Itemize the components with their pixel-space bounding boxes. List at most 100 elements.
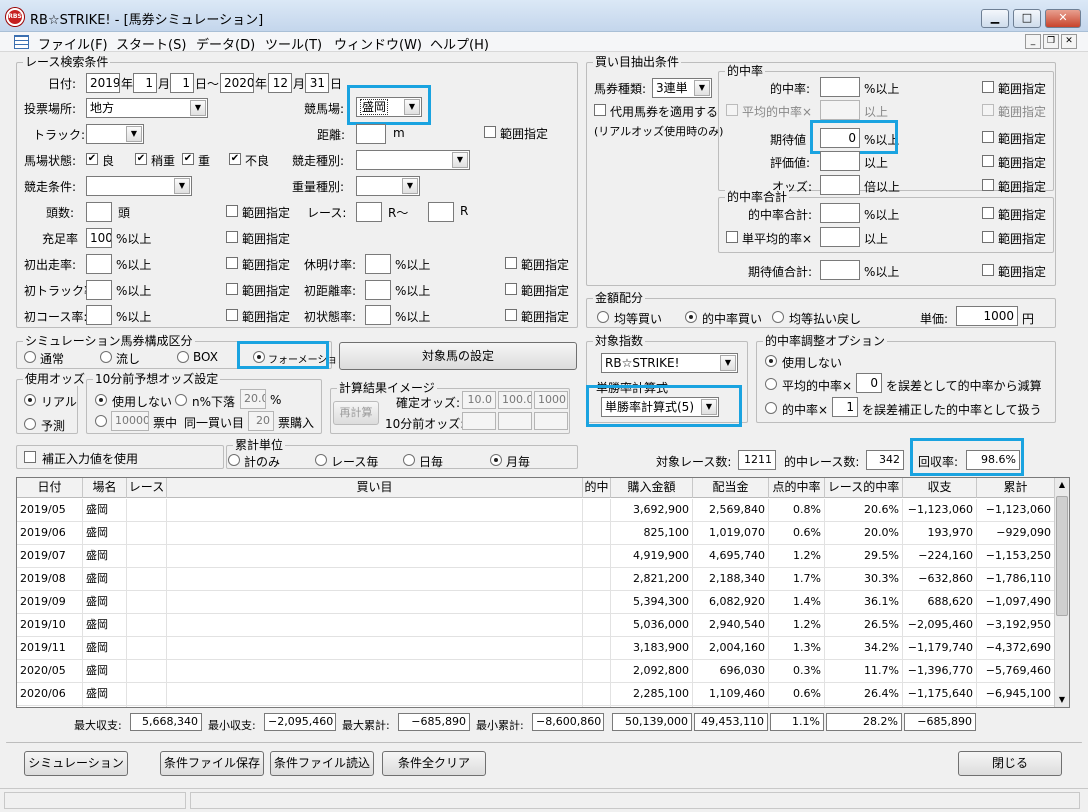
first-state-input[interactable] [365, 305, 391, 325]
col-balance[interactable]: 収支 [903, 478, 977, 498]
menu-help[interactable]: ヘルプ(H) [430, 34, 489, 53]
venue-select[interactable]: 地方 ▼ [86, 98, 208, 118]
menu-file[interactable]: ファイル(F) [38, 34, 108, 53]
load-conditions-button[interactable]: 条件ファイル読込 [270, 751, 374, 776]
substitute-checkbox[interactable] [594, 104, 606, 116]
adjust-subtract-input[interactable]: 0 [856, 373, 882, 393]
first-run-range-checkbox[interactable] [226, 257, 238, 269]
expect-input[interactable]: 0 [820, 128, 860, 148]
exp-sum-input[interactable] [820, 260, 860, 280]
odds-input[interactable] [820, 175, 860, 195]
table-row[interactable]: 2020/05 盛岡 2,092,800 696,030 0.3% 11.7% −1,396… [17, 660, 1055, 683]
race-from-input[interactable] [356, 202, 382, 222]
sim-box-radio[interactable] [177, 351, 189, 363]
date-from-day[interactable]: 1 [170, 73, 194, 93]
first-dist-range-checkbox[interactable] [505, 283, 517, 295]
single-avg-checkbox[interactable] [726, 231, 738, 243]
equal-buy-radio[interactable] [597, 311, 609, 323]
course-select[interactable]: 盛岡 ▼ [356, 97, 422, 117]
weight-select[interactable]: ▼ [356, 176, 420, 196]
race-to-input[interactable] [428, 202, 454, 222]
hit-sum-range-checkbox[interactable] [982, 207, 994, 219]
heads-input[interactable] [86, 202, 112, 222]
date-from-month[interactable]: 1 [133, 73, 157, 93]
eval-range-checkbox[interactable] [982, 155, 994, 167]
first-course-input[interactable] [86, 305, 112, 325]
fill-input[interactable]: 100 [86, 228, 112, 248]
scroll-up-icon[interactable]: ▲ [1056, 479, 1068, 491]
first-state-range-checkbox[interactable] [505, 309, 517, 321]
table-row[interactable]: 2019/07 盛岡 4,919,900 4,695,740 1.2% 29.5% −224… [17, 545, 1055, 568]
hit-rate-input[interactable] [820, 77, 860, 97]
sim-nagashi-radio[interactable] [100, 351, 112, 363]
odds10-amount-radio[interactable] [95, 415, 107, 427]
table-row[interactable]: 2019/10 盛岡 5,036,000 2,940,540 1.2% 26.5% −2,0… [17, 614, 1055, 637]
unit-price-input[interactable]: 1000 [956, 306, 1018, 326]
col-bets[interactable]: 買い目 [167, 478, 583, 498]
rest-input[interactable] [365, 254, 391, 274]
scroll-thumb[interactable] [1056, 496, 1068, 616]
table-row[interactable]: 2019/06 盛岡 825,100 1,019,070 0.6% 20.0% 193,97… [17, 522, 1055, 545]
expect-range-checkbox[interactable] [982, 131, 994, 143]
menu-window[interactable]: ウィンドウ(W) [334, 34, 422, 53]
adjust-correct-input[interactable]: 1 [832, 397, 858, 417]
agg-race-radio[interactable] [315, 454, 327, 466]
menu-start[interactable]: スタート(S) [116, 34, 186, 53]
col-payout[interactable]: 配当金 [693, 478, 769, 498]
table-row[interactable]: 2020/07盛岡 3,914,7002,258,9400.8%23.4%−1,6… [17, 706, 1055, 707]
simulate-button[interactable]: シミュレーション [24, 751, 128, 776]
rest-range-checkbox[interactable] [505, 257, 517, 269]
heads-range-checkbox[interactable] [226, 205, 238, 217]
mdi-close-button[interactable]: ✕ [1061, 34, 1077, 49]
racetype-select[interactable]: ▼ [356, 150, 470, 170]
equal-refund-radio[interactable] [772, 311, 784, 323]
col-venue[interactable]: 場名 [83, 478, 127, 498]
first-dist-input[interactable] [365, 280, 391, 300]
first-track-input[interactable] [86, 280, 112, 300]
minimize-button[interactable]: ▁ [981, 9, 1009, 28]
sim-formation-radio[interactable] [253, 351, 265, 363]
mdi-minimize-button[interactable]: _ [1025, 34, 1041, 49]
first-run-input[interactable] [86, 254, 112, 274]
maximize-button[interactable]: □ [1013, 9, 1041, 28]
agg-total-radio[interactable] [228, 454, 240, 466]
cond-bad-checkbox[interactable]: ✔ [229, 153, 241, 165]
eval-input[interactable] [820, 151, 860, 171]
single-avg-range-checkbox[interactable] [982, 231, 994, 243]
distance-input[interactable] [356, 124, 386, 144]
odds-predict-radio[interactable] [24, 418, 36, 430]
results-table[interactable]: 日付 場名 レース 買い目 的中 購入金額 配当金 点的中率 レース的中率 収支… [16, 477, 1070, 708]
exp-sum-range-checkbox[interactable] [982, 264, 994, 276]
mdi-restore-button[interactable]: ❐ [1043, 34, 1059, 49]
cond-heavy-checkbox[interactable]: ✔ [182, 153, 194, 165]
hit-buy-radio[interactable] [685, 311, 697, 323]
col-hit[interactable]: 的中 [583, 478, 611, 498]
date-to-day[interactable]: 31 [305, 73, 329, 93]
menu-data[interactable]: データ(D) [196, 34, 255, 53]
correct-checkbox[interactable] [24, 451, 36, 463]
clear-conditions-button[interactable]: 条件全クリア [382, 751, 486, 776]
table-row[interactable]: 2019/09 盛岡 5,394,300 6,082,920 1.4% 36.1% 688,… [17, 591, 1055, 614]
date-to-year[interactable]: 2020 [220, 73, 254, 93]
col-cumulative[interactable]: 累計 [977, 478, 1055, 498]
track-select[interactable]: ▼ [86, 124, 144, 144]
avg-hit-checkbox[interactable] [726, 104, 738, 116]
avg-hit-input[interactable] [820, 100, 860, 120]
col-point-rate[interactable]: 点的中率 [769, 478, 825, 498]
racecond-select[interactable]: ▼ [86, 176, 192, 196]
close-button[interactable]: 閉じる [958, 751, 1062, 776]
odds10-same-input[interactable]: 20 [248, 411, 274, 431]
table-row[interactable]: 2019/11 盛岡 3,183,900 2,004,160 1.3% 34.2% −1,1… [17, 637, 1055, 660]
single-avg-input[interactable] [820, 227, 860, 247]
first-track-range-checkbox[interactable] [226, 283, 238, 295]
adjust-subtract-radio[interactable] [765, 378, 777, 390]
fill-range-checkbox[interactable] [226, 231, 238, 243]
hit-sum-input[interactable] [820, 203, 860, 223]
odds10-drop-input[interactable]: 20.0 [240, 389, 266, 409]
table-row[interactable]: 2020/06 盛岡 2,285,100 1,109,460 0.6% 26.4% −1,1… [17, 683, 1055, 706]
odds10-amount-input[interactable]: 10000 [111, 411, 149, 431]
hit-rate-range-checkbox[interactable] [982, 81, 994, 93]
col-date[interactable]: 日付 [17, 478, 83, 498]
menu-tools[interactable]: ツール(T) [265, 34, 322, 53]
col-race-rate[interactable]: レース的中率 [825, 478, 903, 498]
